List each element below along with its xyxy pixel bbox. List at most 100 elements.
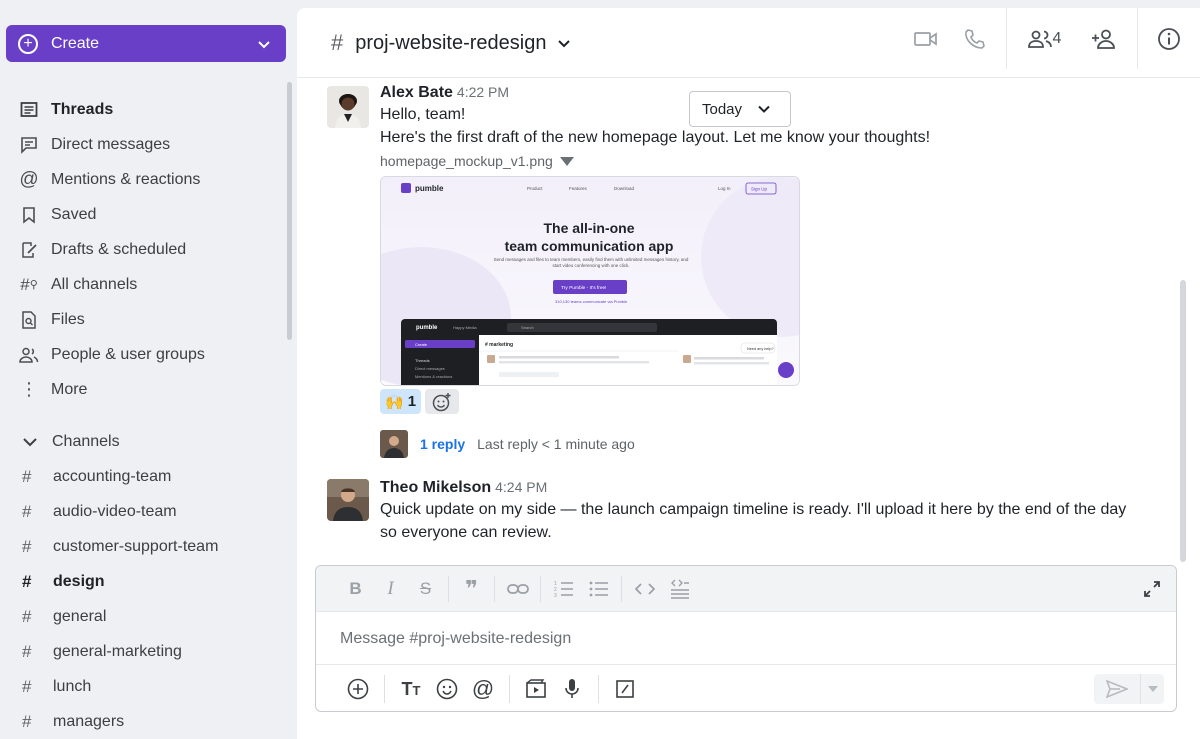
bold-button[interactable]: B bbox=[338, 574, 373, 604]
sidebar-item-label: Direct messages bbox=[51, 135, 171, 153]
message-text: Here's the first draft of the new homepa… bbox=[380, 129, 931, 146]
chevron-down-icon bbox=[258, 40, 270, 48]
channel-item-general-marketing[interactable]: # general-marketing bbox=[0, 634, 290, 669]
more-vertical-icon: ⋮ bbox=[20, 379, 38, 400]
attachment-preview[interactable]: pumble Product Features Download Log In … bbox=[380, 176, 800, 386]
attachment-toggle[interactable]: homepage_mockup_v1.png bbox=[380, 153, 930, 169]
reactions-bar: 🙌 1 bbox=[380, 389, 930, 414]
expand-icon[interactable] bbox=[1142, 579, 1162, 599]
toolbar-divider bbox=[448, 575, 449, 602]
send-controls bbox=[1094, 674, 1164, 704]
channel-name: lunch bbox=[53, 677, 92, 695]
bullet-list-button[interactable] bbox=[581, 574, 616, 604]
sidebar-scrollbar[interactable] bbox=[287, 82, 292, 340]
sidebar-item-saved[interactable]: Saved bbox=[0, 197, 290, 232]
sidebar-item-files[interactable]: Files bbox=[0, 302, 290, 337]
attachment-filename: homepage_mockup_v1.png bbox=[380, 153, 553, 169]
code-button[interactable] bbox=[627, 574, 662, 604]
attach-button[interactable] bbox=[340, 673, 376, 705]
avatar[interactable] bbox=[327, 479, 369, 521]
sidebar-item-label: Threads bbox=[51, 100, 114, 118]
channel-item-general[interactable]: # general bbox=[0, 599, 290, 634]
caret-down-icon bbox=[559, 156, 574, 166]
channel-item-design[interactable]: # design bbox=[0, 564, 290, 599]
sidebar-item-people[interactable]: People & user groups bbox=[0, 337, 290, 372]
video-call-button[interactable] bbox=[902, 19, 950, 59]
channel-item-accounting-team[interactable]: # accounting-team bbox=[0, 459, 290, 494]
sidebar-item-drafts[interactable]: Drafts & scheduled bbox=[0, 232, 290, 267]
quote-button[interactable]: ❞ bbox=[454, 574, 489, 604]
add-member-button[interactable] bbox=[1081, 19, 1129, 59]
reaction-raised-hands[interactable]: 🙌 1 bbox=[380, 389, 422, 414]
plus-circle-icon: + bbox=[18, 33, 38, 54]
channel-view: # proj-website-redesign 4 Alex Bate 4:22… bbox=[297, 8, 1200, 739]
add-emoji-icon bbox=[432, 392, 451, 411]
create-button[interactable]: + Create bbox=[6, 25, 286, 62]
record-video-button[interactable] bbox=[518, 673, 554, 705]
channel-item-audio-video-team[interactable]: # audio-video-team bbox=[0, 494, 290, 529]
add-user-icon bbox=[1092, 29, 1115, 49]
channel-title-button[interactable]: # proj-website-redesign bbox=[331, 30, 572, 56]
composer-actions: TT @ bbox=[316, 667, 1176, 711]
thread-summary[interactable]: 1 reply Last reply < 1 minute ago bbox=[380, 430, 635, 458]
channel-name: managers bbox=[53, 712, 125, 730]
author-name[interactable]: Theo Mikelson bbox=[380, 479, 491, 496]
sidebar-item-more[interactable]: ⋮ More bbox=[0, 372, 290, 407]
link-button[interactable] bbox=[500, 574, 535, 604]
code-block-button[interactable] bbox=[662, 574, 697, 604]
mockup-nav-item: Features bbox=[569, 186, 588, 191]
toolbar-divider bbox=[540, 575, 541, 602]
bookmark-icon bbox=[19, 205, 39, 225]
channel-info-button[interactable] bbox=[1138, 19, 1200, 59]
draft-icon bbox=[19, 240, 39, 260]
at-icon: @ bbox=[471, 676, 495, 701]
toolbar-divider bbox=[621, 575, 622, 602]
chevron-down-icon bbox=[758, 105, 770, 113]
audio-call-button[interactable] bbox=[950, 19, 998, 59]
channel-item-customer-support-team[interactable]: # customer-support-team bbox=[0, 529, 290, 564]
slash-command-icon bbox=[616, 680, 634, 698]
toolbar-divider bbox=[509, 675, 510, 703]
send-button[interactable] bbox=[1094, 680, 1140, 698]
mockup-signup: Sign Up bbox=[751, 187, 768, 192]
mockup-logo-mark bbox=[401, 183, 411, 193]
italic-button[interactable]: I bbox=[373, 574, 408, 604]
mention-button[interactable]: @ bbox=[465, 673, 501, 705]
sidebar-item-direct-messages[interactable]: Direct messages bbox=[0, 127, 290, 162]
channels-section-toggle[interactable]: Channels bbox=[0, 424, 290, 459]
ordered-list-button[interactable]: 123 bbox=[546, 574, 581, 604]
reply-count-link[interactable]: 1 reply bbox=[420, 436, 465, 452]
messages-scrollbar[interactable] bbox=[1180, 280, 1186, 562]
mockup-cta: Try Pumble - It's free! bbox=[561, 285, 607, 291]
members-button[interactable]: 4 bbox=[1007, 19, 1081, 59]
sidebar-item-mentions[interactable]: @ Mentions & reactions bbox=[0, 162, 290, 197]
formatting-toolbar: B I S ❞ 123 bbox=[316, 566, 1176, 612]
message-body: Theo Mikelson 4:24 PM Quick update on my … bbox=[380, 479, 1126, 544]
mockup-app-mentions: Mentions & reactions bbox=[415, 374, 452, 379]
avatar[interactable] bbox=[327, 86, 369, 128]
message-input[interactable] bbox=[316, 613, 1176, 665]
sidebar-item-all-channels[interactable]: # ⚲ All channels bbox=[0, 267, 290, 302]
schedule-send-button[interactable] bbox=[1140, 674, 1164, 704]
message-header: Theo Mikelson 4:24 PM bbox=[380, 479, 1126, 497]
mockup-app-workspace: Happy Media bbox=[453, 325, 477, 330]
channel-item-managers[interactable]: # managers bbox=[0, 704, 290, 739]
hash-icon: # bbox=[22, 536, 32, 556]
text-format-icon: TT bbox=[401, 678, 421, 699]
strikethrough-button[interactable]: S bbox=[408, 574, 443, 604]
sidebar-item-threads[interactable]: Threads bbox=[0, 92, 290, 127]
create-label: Create bbox=[51, 34, 100, 52]
add-reaction-button[interactable] bbox=[425, 389, 460, 414]
emoji-button[interactable] bbox=[429, 673, 465, 705]
slash-command-button[interactable] bbox=[607, 673, 643, 705]
channel-item-lunch[interactable]: # lunch bbox=[0, 669, 290, 704]
header-actions: 4 bbox=[902, 8, 1200, 69]
date-jump-dropdown[interactable]: Today bbox=[689, 91, 791, 127]
text-format-button[interactable]: TT bbox=[393, 673, 429, 705]
toolbar-divider bbox=[494, 575, 495, 602]
hash-icon: # bbox=[22, 466, 32, 486]
phone-icon bbox=[965, 28, 985, 49]
record-audio-button[interactable] bbox=[554, 673, 590, 705]
threads-icon bbox=[19, 100, 39, 120]
author-name[interactable]: Alex Bate bbox=[380, 84, 453, 101]
